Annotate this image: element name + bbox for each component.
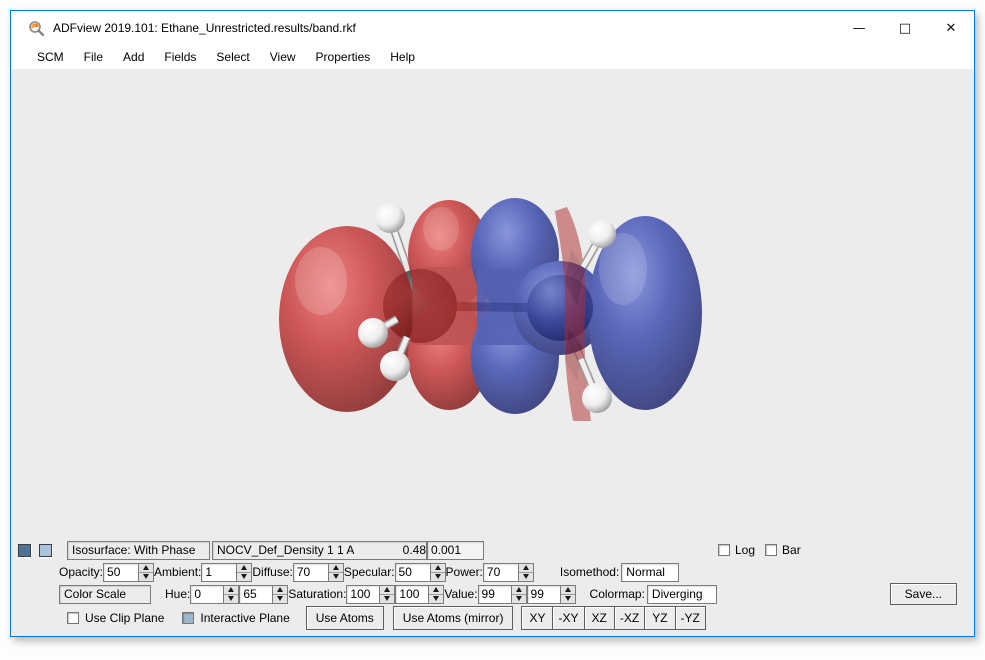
- window-title: ADFview 2019.101: Ethane_Unrestricted.re…: [53, 21, 356, 35]
- spin-up-icon[interactable]: [224, 586, 238, 595]
- isomethod-label: Isomethod:: [560, 565, 619, 579]
- power-spinbox[interactable]: 70: [483, 563, 534, 582]
- saturation-label: Saturation:: [288, 587, 346, 601]
- color-swatch-dark[interactable]: [18, 544, 31, 557]
- power-label: Power:: [446, 565, 483, 579]
- hydrogen-atom-mid-left: [358, 318, 388, 348]
- log-label: Log: [735, 543, 755, 557]
- molecule-viewport[interactable]: [11, 69, 974, 538]
- menu-view[interactable]: View: [260, 47, 306, 67]
- spin-up-icon[interactable]: [139, 564, 153, 573]
- spin-up-icon[interactable]: [329, 564, 343, 573]
- plane-yz-button[interactable]: YZ: [645, 606, 675, 630]
- colormap-label: Colormap:: [590, 587, 645, 601]
- hue2-spinbox[interactable]: 65: [239, 585, 288, 604]
- hydrogen-atom-bottom-left: [380, 351, 410, 381]
- minimize-button[interactable]: —: [836, 11, 882, 45]
- use-clip-plane-checkbox[interactable]: [67, 612, 79, 624]
- spin-up-icon[interactable]: [237, 564, 251, 573]
- spin-up-icon[interactable]: [431, 564, 445, 573]
- isomethod-select[interactable]: Normal: [621, 563, 679, 582]
- spin-down-icon[interactable]: [512, 595, 526, 603]
- spin-down-icon[interactable]: [429, 595, 443, 603]
- hydrogen-atom-top-left: [375, 203, 405, 233]
- spin-up-icon[interactable]: [273, 586, 287, 595]
- value-label: Value:: [444, 587, 477, 601]
- isosurface-control-panel: Isosurface: With Phase NOCV_Def_Density …: [11, 538, 974, 636]
- ethane-nocv-isosurface-render: [11, 69, 974, 538]
- log-checkbox[interactable]: [718, 544, 730, 556]
- hydrogen-atom-top-right: [588, 220, 616, 248]
- bar-label: Bar: [782, 543, 801, 557]
- value2-spinbox[interactable]: 99: [527, 585, 576, 604]
- spin-down-icon[interactable]: [380, 595, 394, 603]
- menu-select[interactable]: Select: [206, 47, 259, 67]
- adfview-window: ADFview 2019.101: Ethane_Unrestricted.re…: [10, 10, 975, 637]
- menu-properties[interactable]: Properties: [306, 47, 381, 67]
- interactive-plane-label: Interactive Plane: [200, 611, 289, 625]
- isovalue-input[interactable]: 0.001: [427, 541, 484, 560]
- plane-xy-button[interactable]: XY: [521, 606, 553, 630]
- spin-down-icon[interactable]: [561, 595, 575, 603]
- saturation1-spinbox[interactable]: 100: [346, 585, 395, 604]
- menu-help[interactable]: Help: [380, 47, 425, 67]
- spin-down-icon[interactable]: [237, 573, 251, 581]
- window-controls: — □ ✕: [836, 11, 974, 45]
- adfview-app-icon: [28, 20, 45, 37]
- isosurface-mode-select[interactable]: Isosurface: With Phase: [67, 541, 210, 560]
- spin-down-icon[interactable]: [329, 573, 343, 581]
- diffuse-label: Diffuse:: [252, 565, 292, 579]
- spin-down-icon[interactable]: [139, 573, 153, 581]
- row-color-scale: Color Scale Hue: 0 65 Saturation: 100 10…: [11, 583, 974, 605]
- plane-neg-yz-button[interactable]: -YZ: [676, 606, 706, 630]
- bar-checkbox[interactable]: [765, 544, 777, 556]
- hue-label: Hue:: [165, 587, 190, 601]
- spin-up-icon[interactable]: [429, 586, 443, 595]
- row-clip-plane: Use Clip Plane Interactive Plane Use Ato…: [11, 605, 974, 631]
- opacity-label: Opacity:: [59, 565, 103, 579]
- colormap-select[interactable]: Diverging: [647, 585, 717, 604]
- color-swatch-light[interactable]: [39, 544, 52, 557]
- ambient-label: Ambient:: [154, 565, 201, 579]
- maximize-button[interactable]: □: [882, 11, 928, 45]
- specular-label: Specular:: [344, 565, 395, 579]
- field-value-clipped: 0.48: [403, 543, 426, 557]
- use-atoms-button[interactable]: Use Atoms: [306, 606, 384, 630]
- specular-spinbox[interactable]: 50: [395, 563, 446, 582]
- menu-bar: SCM File Add Fields Select View Properti…: [11, 45, 974, 69]
- row-rendering: Opacity: 50 Ambient: 1 Diffuse: 70 Specu…: [11, 561, 974, 583]
- plane-neg-xz-button[interactable]: -XZ: [615, 606, 645, 630]
- spin-up-icon[interactable]: [561, 586, 575, 595]
- plane-neg-xy-button[interactable]: -XY: [553, 606, 584, 630]
- spin-down-icon[interactable]: [273, 595, 287, 603]
- spin-down-icon[interactable]: [431, 573, 445, 581]
- value1-spinbox[interactable]: 99: [478, 585, 527, 604]
- color-scale-select[interactable]: Color Scale: [59, 585, 151, 604]
- spin-down-icon[interactable]: [224, 595, 238, 603]
- spin-up-icon[interactable]: [512, 586, 526, 595]
- hue1-spinbox[interactable]: 0: [190, 585, 239, 604]
- saturation2-spinbox[interactable]: 100: [395, 585, 444, 604]
- save-button[interactable]: Save...: [890, 583, 957, 605]
- row-isosurface: Isosurface: With Phase NOCV_Def_Density …: [11, 539, 974, 561]
- spin-up-icon[interactable]: [519, 564, 533, 573]
- use-atoms-mirror-button[interactable]: Use Atoms (mirror): [393, 606, 514, 630]
- field-select[interactable]: NOCV_Def_Density 1 1 A 0.48: [212, 541, 427, 560]
- menu-add[interactable]: Add: [113, 47, 154, 67]
- diffuse-spinbox[interactable]: 70: [293, 563, 344, 582]
- opacity-spinbox[interactable]: 50: [103, 563, 154, 582]
- plane-xz-button[interactable]: XZ: [585, 606, 615, 630]
- ambient-spinbox[interactable]: 1: [201, 563, 252, 582]
- hydrogen-atom-bottom-right: [582, 383, 612, 413]
- spin-down-icon[interactable]: [519, 573, 533, 581]
- menu-scm[interactable]: SCM: [27, 47, 74, 67]
- menu-fields[interactable]: Fields: [154, 47, 206, 67]
- title-bar[interactable]: ADFview 2019.101: Ethane_Unrestricted.re…: [11, 11, 974, 45]
- use-clip-plane-label: Use Clip Plane: [85, 611, 164, 625]
- interactive-plane-checkbox[interactable]: [182, 612, 194, 624]
- menu-file[interactable]: File: [74, 47, 113, 67]
- close-button[interactable]: ✕: [928, 11, 974, 45]
- spin-up-icon[interactable]: [380, 586, 394, 595]
